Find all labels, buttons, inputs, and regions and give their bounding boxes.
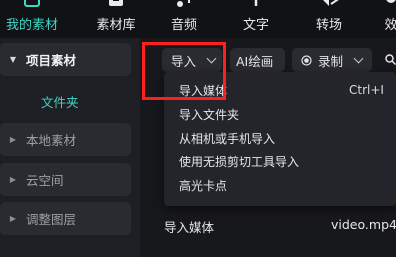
ai-draw-button-label: AI绘画 xyxy=(236,53,274,69)
tab-label: 我的素材 xyxy=(5,18,58,33)
sidebar-item-label: 本地素材 xyxy=(26,133,77,148)
sidebar-item-label: 项目素材 xyxy=(26,53,77,68)
tab-text[interactable]: 文字 xyxy=(236,0,276,38)
menu-item-import-folder[interactable]: 导入文件夹 xyxy=(164,102,396,126)
expand-arrow-icon: ▶ xyxy=(9,135,17,144)
tab-label: 文字 xyxy=(242,18,269,33)
ai-draw-button[interactable]: AI绘画 xyxy=(230,48,285,72)
sidebar-item-project-media[interactable]: ▼ 项目素材 xyxy=(0,43,131,76)
record-icon xyxy=(301,54,312,66)
tab-transition[interactable]: 转场 xyxy=(309,0,349,38)
shortcut-label: Ctrl+I xyxy=(349,83,384,97)
search-icon[interactable] xyxy=(385,54,396,65)
menu-item-lossless-cut-import[interactable]: 使用无损剪切工具导入 xyxy=(164,149,396,173)
effects-icon xyxy=(386,0,396,3)
menu-item-beat-sync[interactable]: 高光卡点 xyxy=(164,173,396,197)
video-file-label[interactable]: video.mp4 xyxy=(331,217,396,232)
record-button-label: 录制 xyxy=(318,53,344,69)
audio-icon xyxy=(177,0,190,7)
tab-effects[interactable]: 效 xyxy=(376,0,396,38)
sidebar: ▼ 项目素材 文件夹 ▶ 本地素材 ▶ 云空间 ▶ 调整图层 xyxy=(0,38,140,257)
my-media-icon xyxy=(24,0,40,7)
sidebar-item-adjustment-layer[interactable]: ▶ 调整图层 xyxy=(0,202,131,235)
tab-media-library[interactable]: 素材库 xyxy=(89,0,143,38)
tab-label: 素材库 xyxy=(96,18,136,33)
import-button-label: 导入 xyxy=(171,53,197,69)
menu-item-label: 从相机或手机导入 xyxy=(179,131,276,146)
menu-item-label: 高光卡点 xyxy=(179,178,228,193)
import-dropdown-menu: 导入媒体 Ctrl+I 导入文件夹 从相机或手机导入 使用无损剪切工具导入 高光… xyxy=(164,72,396,206)
media-library-icon xyxy=(109,0,123,6)
tab-my-media[interactable]: 我的素材 xyxy=(4,0,60,38)
menu-item-label: 导入文件夹 xyxy=(179,107,240,122)
chevron-down-icon xyxy=(353,53,364,63)
menu-item-label: 导入媒体 xyxy=(179,83,228,98)
tab-audio[interactable]: 音频 xyxy=(165,0,203,38)
text-icon xyxy=(254,0,258,6)
import-button[interactable]: 导入 xyxy=(162,48,222,72)
chevron-down-icon xyxy=(206,53,217,63)
menu-item-import-from-camera[interactable]: 从相机或手机导入 xyxy=(164,126,396,150)
import-media-tile-label[interactable]: 导入媒体 xyxy=(164,217,214,236)
expand-arrow-icon: ▶ xyxy=(9,214,17,223)
sidebar-item-label: 云空间 xyxy=(26,173,64,188)
tab-label: 音频 xyxy=(170,18,197,33)
tab-label: 转场 xyxy=(315,18,342,33)
record-button[interactable]: 录制 xyxy=(292,48,372,72)
menu-item-import-media[interactable]: 导入媒体 Ctrl+I xyxy=(164,78,396,102)
sidebar-item-label: 调整图层 xyxy=(26,212,77,227)
transition-icon xyxy=(323,0,339,6)
expand-arrow-icon: ▶ xyxy=(9,175,17,184)
sidebar-item-cloud[interactable]: ▶ 云空间 xyxy=(0,163,131,196)
tab-label: 效 xyxy=(384,18,396,33)
menu-item-label: 使用无损剪切工具导入 xyxy=(179,154,300,169)
collapse-arrow-icon: ▼ xyxy=(9,55,17,64)
sidebar-item-folder[interactable]: 文件夹 xyxy=(41,92,79,111)
top-toolbar: 我的素材 素材库 音频 文字 转场 效 xyxy=(0,0,396,38)
sidebar-item-local-media[interactable]: ▶ 本地素材 xyxy=(0,123,131,156)
